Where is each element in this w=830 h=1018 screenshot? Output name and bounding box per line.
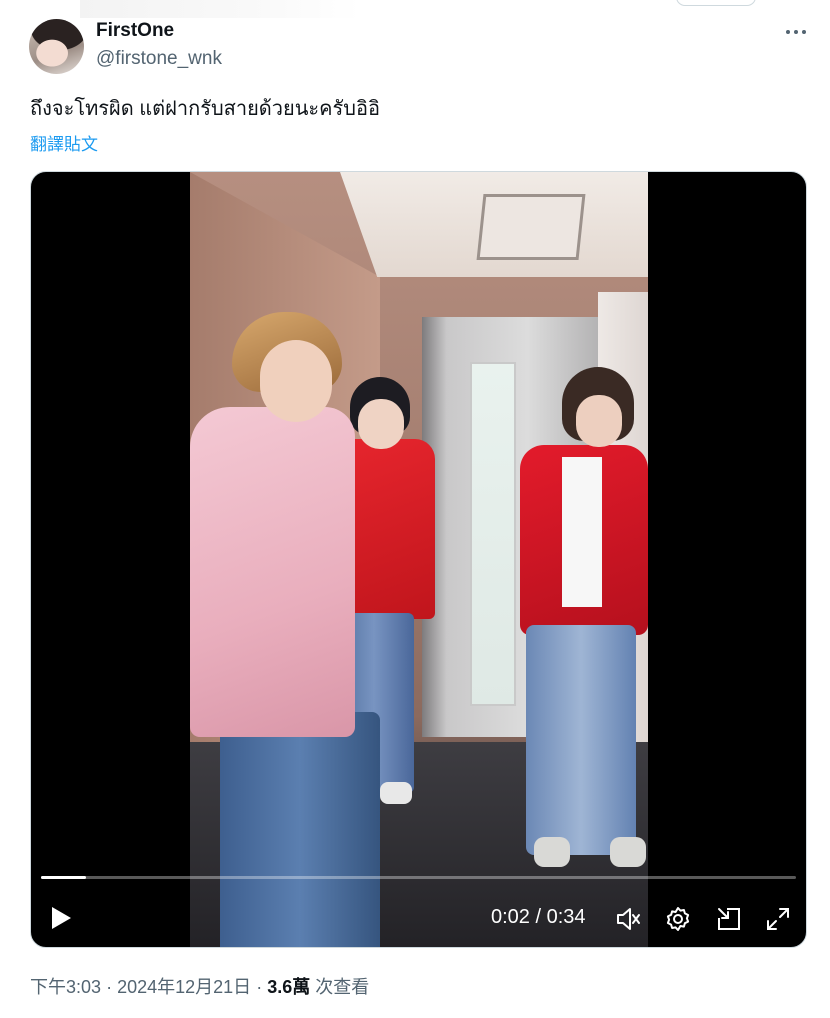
meta-dot: ·	[256, 977, 263, 997]
translate-link[interactable]: 翻譯貼文	[30, 130, 98, 155]
duration: 0:34	[546, 906, 586, 928]
ceiling-vent	[476, 194, 586, 260]
person-left	[190, 312, 380, 947]
video-player[interactable]: 0:02 / 0:34	[30, 171, 807, 948]
volume-icon[interactable]	[614, 905, 642, 933]
post-time[interactable]: 下午3:03	[30, 977, 101, 997]
post-date[interactable]: 2024年12月21日	[117, 977, 251, 997]
views-label: 次查看	[315, 977, 370, 997]
view-count: 3.6萬	[267, 977, 311, 997]
top-button-edge[interactable]	[676, 0, 756, 6]
minimize-icon[interactable]	[715, 905, 743, 933]
fullscreen-icon[interactable]	[764, 905, 792, 933]
person-right	[520, 367, 648, 887]
display-name[interactable]: FirstOne	[96, 20, 174, 42]
progress-fill	[41, 876, 86, 879]
tweet-meta: 下午3:03 · 2024年12月21日 · 3.6萬 次查看	[30, 973, 369, 999]
door-window	[470, 362, 516, 706]
avatar[interactable]	[29, 19, 84, 74]
play-icon[interactable]	[49, 905, 73, 931]
settings-icon[interactable]	[664, 905, 692, 933]
user-handle[interactable]: @firstone_wnk	[96, 48, 222, 70]
meta-dot: ·	[106, 977, 113, 997]
tweet-text: ถึงจะโทรผิด แต่ฝากรับสายด้วยนะครับอิอิ	[30, 98, 380, 120]
top-fade	[80, 0, 360, 18]
video-time: 0:02 / 0:34	[491, 906, 586, 929]
time-separator: /	[535, 906, 542, 928]
video-frame	[190, 172, 648, 947]
current-time: 0:02	[491, 906, 530, 928]
more-options-icon[interactable]	[784, 21, 808, 43]
video-progress-bar[interactable]	[41, 876, 796, 879]
